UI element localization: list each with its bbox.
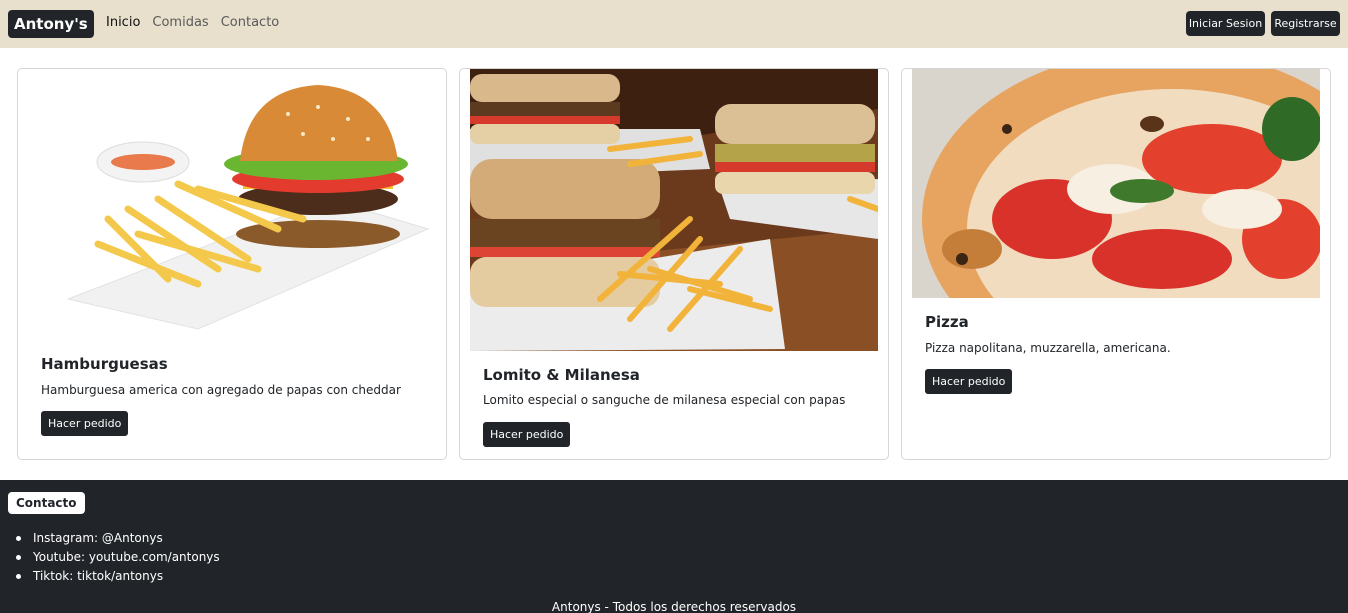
order-button[interactable]: Hacer pedido bbox=[483, 422, 571, 447]
card-text: Pizza napolitana, muzzarella, americana. bbox=[925, 341, 1171, 355]
brand-logo[interactable]: Antony's bbox=[8, 10, 94, 38]
copyright-text: Antonys - Todos los derechos reservados bbox=[551, 600, 797, 613]
nav-links: Inicio Comidas Contacto bbox=[106, 15, 279, 30]
card-text: Lomito especial o sanguche de milanesa e… bbox=[483, 393, 846, 407]
order-button[interactable]: Hacer pedido bbox=[41, 411, 129, 436]
sandwich-image bbox=[470, 69, 878, 351]
nav-link-comidas[interactable]: Comidas bbox=[152, 15, 208, 30]
contact-tiktok[interactable]: Tiktok: tiktok/antonys bbox=[16, 567, 220, 586]
card-title: Pizza bbox=[925, 313, 969, 331]
contact-list: Instagram: @Antonys Youtube: youtube.com… bbox=[16, 529, 220, 586]
card-hamburguesas: Hamburguesas Hamburguesa america con agr… bbox=[17, 68, 447, 460]
contact-youtube[interactable]: Youtube: youtube.com/antonys bbox=[16, 548, 220, 567]
register-button[interactable]: Registrarse bbox=[1271, 11, 1340, 36]
navbar: Antony's Inicio Comidas Contacto Iniciar… bbox=[0, 0, 1348, 48]
login-button[interactable]: Iniciar Sesion bbox=[1186, 11, 1265, 36]
burger-image bbox=[28, 69, 436, 342]
order-button[interactable]: Hacer pedido bbox=[925, 369, 1013, 394]
card-title: Lomito & Milanesa bbox=[483, 366, 640, 384]
card-pizza: Pizza Pizza napolitana, muzzarella, amer… bbox=[901, 68, 1331, 460]
pizza-image bbox=[912, 69, 1320, 298]
card-text: Hamburguesa america con agregado de papa… bbox=[41, 383, 401, 397]
nav-link-inicio[interactable]: Inicio bbox=[106, 15, 140, 30]
footer: Contacto Instagram: @Antonys Youtube: yo… bbox=[0, 480, 1348, 613]
card-title: Hamburguesas bbox=[41, 355, 168, 373]
contact-instagram[interactable]: Instagram: @Antonys bbox=[16, 529, 220, 548]
card-lomito-milanesa: Lomito & Milanesa Lomito especial o sang… bbox=[459, 68, 889, 460]
nav-link-contacto[interactable]: Contacto bbox=[221, 15, 280, 30]
footer-heading: Contacto bbox=[8, 492, 85, 514]
